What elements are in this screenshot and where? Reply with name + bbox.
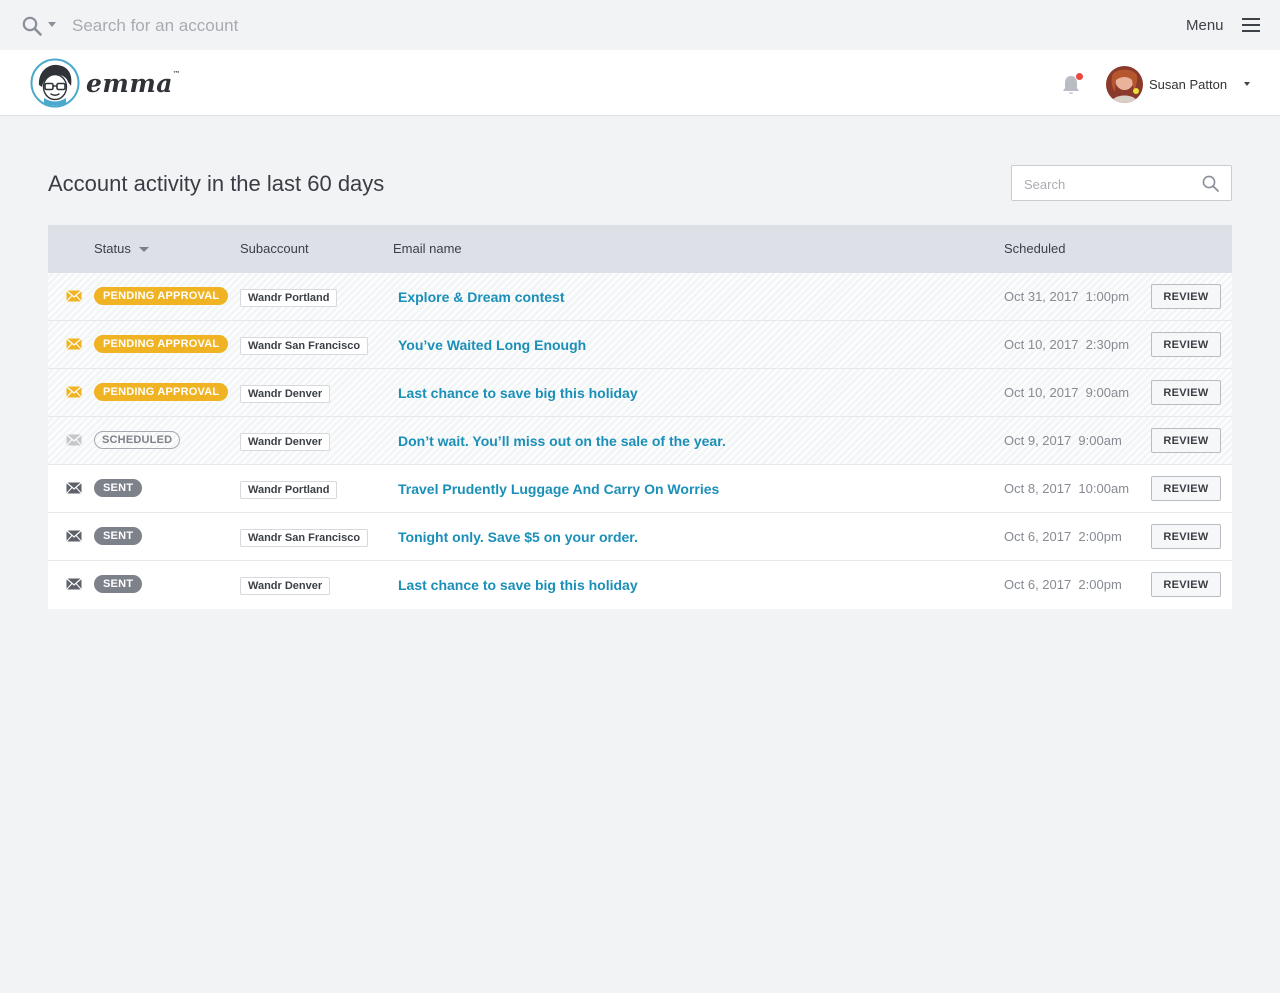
column-header-status[interactable]: Status [94, 241, 149, 256]
review-button[interactable]: REVIEW [1151, 428, 1221, 453]
search-icon[interactable] [1202, 175, 1219, 192]
envelope-icon [66, 434, 82, 446]
envelope-icon [66, 578, 82, 590]
user-name: Susan Patton [1149, 76, 1228, 92]
avatar [1106, 65, 1143, 103]
subaccount-tag: Wandr Portland [240, 289, 338, 307]
table-row: PENDING APPROVAL Wandr San Francisco You… [48, 321, 1232, 369]
envelope-icon [66, 386, 82, 398]
envelope-icon [66, 530, 82, 542]
logo-wordmark: emma™ [86, 68, 181, 98]
notification-dot [1076, 73, 1083, 80]
status-badge: SCHEDULED [94, 431, 181, 449]
subaccount-tag: Wandr Denver [240, 577, 331, 595]
review-button[interactable]: REVIEW [1151, 524, 1221, 549]
scheduled-datetime: Oct 6, 2017 2:00pm [1004, 577, 1122, 592]
envelope-icon [66, 482, 82, 494]
email-name-link[interactable]: You’ve Waited Long Enough [398, 337, 586, 353]
status-badge: SENT [94, 479, 143, 497]
user-menu[interactable]: Susan Patton [1106, 65, 1256, 103]
table-row: SENT Wandr Denver Last chance to save bi… [48, 561, 1232, 609]
search-icon[interactable] [22, 16, 42, 36]
review-button[interactable]: REVIEW [1151, 476, 1221, 501]
email-name-link[interactable]: Last chance to save big this holiday [398, 577, 638, 593]
review-button[interactable]: REVIEW [1151, 284, 1221, 309]
top-search-bar: Menu [0, 0, 1280, 50]
status-badge: SENT [94, 575, 143, 593]
status-badge: SENT [94, 527, 143, 545]
scheduled-datetime: Oct 10, 2017 9:00am [1004, 385, 1130, 400]
user-menu-caret-icon [1244, 82, 1250, 86]
scheduled-datetime: Oct 10, 2017 2:30pm [1004, 337, 1130, 352]
scheduled-datetime: Oct 9, 2017 9:00am [1004, 433, 1122, 448]
envelope-icon [66, 338, 82, 350]
review-button[interactable]: REVIEW [1151, 380, 1221, 405]
column-header-subaccount: Subaccount [240, 241, 309, 256]
review-button[interactable]: REVIEW [1151, 332, 1221, 357]
review-button[interactable]: REVIEW [1151, 572, 1221, 597]
table-row: PENDING APPROVAL Wandr Denver Last chanc… [48, 369, 1232, 417]
status-badge: PENDING APPROVAL [94, 335, 229, 353]
activity-search-box[interactable] [1011, 165, 1232, 201]
notifications-button[interactable] [1060, 73, 1083, 96]
subaccount-tag: Wandr Denver [240, 433, 331, 451]
subaccount-tag: Wandr Denver [240, 385, 331, 403]
table-row: SENT Wandr Portland Travel Prudently Lug… [48, 465, 1232, 513]
app-header: emma™ Susan Patton [0, 50, 1280, 116]
email-name-link[interactable]: Tonight only. Save $5 on your order. [398, 529, 638, 545]
email-name-link[interactable]: Don’t wait. You’ll miss out on the sale … [398, 433, 726, 449]
scheduled-datetime: Oct 31, 2017 1:00pm [1004, 289, 1130, 304]
subaccount-tag: Wandr Portland [240, 481, 338, 499]
activity-table: Status Subaccount Email name Scheduled P… [48, 225, 1232, 609]
status-badge: PENDING APPROVAL [94, 287, 229, 305]
activity-search-input[interactable] [1024, 174, 1194, 194]
column-header-email-name: Email name [393, 241, 462, 256]
subaccount-tag: Wandr San Francisco [240, 529, 369, 547]
email-name-link[interactable]: Last chance to save big this holiday [398, 385, 638, 401]
emma-face-icon [30, 58, 80, 108]
sort-caret-icon [138, 247, 149, 253]
account-search-input[interactable] [72, 13, 472, 39]
subaccount-tag: Wandr San Francisco [240, 337, 369, 355]
table-header: Status Subaccount Email name Scheduled [48, 225, 1232, 273]
column-header-scheduled: Scheduled [1004, 241, 1066, 256]
table-row: SENT Wandr San Francisco Tonight only. S… [48, 513, 1232, 561]
emma-logo[interactable]: emma™ [30, 58, 181, 108]
menu-button[interactable]: Menu [1180, 12, 1260, 38]
page-title: Account activity in the last 60 days [48, 171, 385, 196]
search-scope-dropdown-icon[interactable] [48, 22, 56, 27]
email-name-link[interactable]: Explore & Dream contest [398, 289, 565, 305]
table-row: PENDING APPROVAL Wandr Portland Explore … [48, 273, 1232, 321]
status-badge: PENDING APPROVAL [94, 383, 229, 401]
table-row: SCHEDULED Wandr Denver Don’t wait. You’l… [48, 417, 1232, 465]
email-name-link[interactable]: Travel Prudently Luggage And Carry On Wo… [398, 481, 719, 497]
scheduled-datetime: Oct 8, 2017 10:00am [1004, 481, 1130, 496]
hamburger-icon [1242, 18, 1260, 32]
scheduled-datetime: Oct 6, 2017 2:00pm [1004, 529, 1122, 544]
menu-label: Menu [1186, 16, 1224, 34]
envelope-icon [66, 290, 82, 302]
